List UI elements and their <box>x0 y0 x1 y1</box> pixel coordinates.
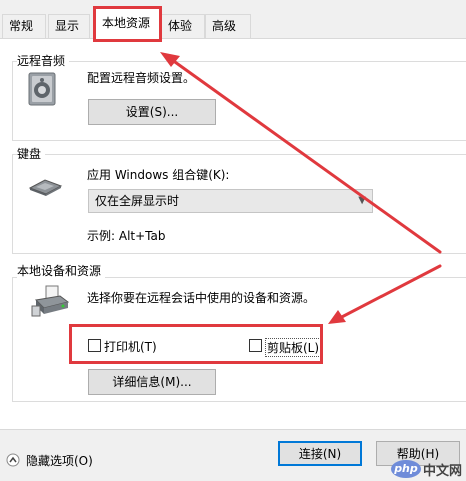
speaker-icon <box>27 72 57 109</box>
local-devices-description: 选择你要在远程会话中使用的设备和资源。 <box>87 291 316 305</box>
php-logo: php <box>390 460 421 478</box>
printer-checkbox[interactable] <box>88 339 101 352</box>
remote-audio-description: 配置远程音频设置。 <box>87 71 196 85</box>
printer-devices-icon <box>30 284 70 321</box>
details-button[interactable]: 详细信息(M)... <box>88 369 216 395</box>
chevron-up-icon <box>6 453 20 467</box>
chevron-down-icon: ▼ <box>358 195 366 206</box>
remote-audio-title: 远程音频 <box>17 52 70 69</box>
keyboard-icon <box>27 176 63 199</box>
watermark: php 中文网 <box>390 459 462 479</box>
keyboard-title: 键盘 <box>17 145 46 162</box>
tab-display[interactable]: 显示 <box>48 14 90 38</box>
watermark-text: 中文网 <box>422 463 462 479</box>
tab-experience[interactable]: 体验 <box>161 14 205 38</box>
tab-local-resources[interactable]: 本地资源 <box>95 8 161 40</box>
windows-keys-label: 应用 Windows 组合键(K): <box>87 168 230 182</box>
windows-keys-selected: 仅在全屏显示时 <box>95 194 180 208</box>
clipboard-label: 剪贴板(L) <box>265 338 322 357</box>
audio-settings-button[interactable]: 设置(S)... <box>88 99 216 125</box>
tab-advanced[interactable]: 高级 <box>205 14 251 38</box>
remote-audio-group <box>12 61 466 141</box>
windows-keys-dropdown[interactable]: 仅在全屏显示时 ▼ <box>88 189 373 213</box>
hide-options-label: 隐藏选项(O) <box>26 454 93 468</box>
tab-general[interactable]: 常规 <box>2 14 46 38</box>
clipboard-checkbox[interactable] <box>249 339 262 352</box>
tab-strip: 常规 显示 本地资源 体验 高级 <box>0 0 466 40</box>
connect-button[interactable]: 连接(N) <box>278 441 362 466</box>
keyboard-example: 示例: Alt+Tab <box>87 229 166 243</box>
printer-label: 打印机(T) <box>104 340 157 354</box>
local-devices-title: 本地设备和资源 <box>17 262 106 279</box>
